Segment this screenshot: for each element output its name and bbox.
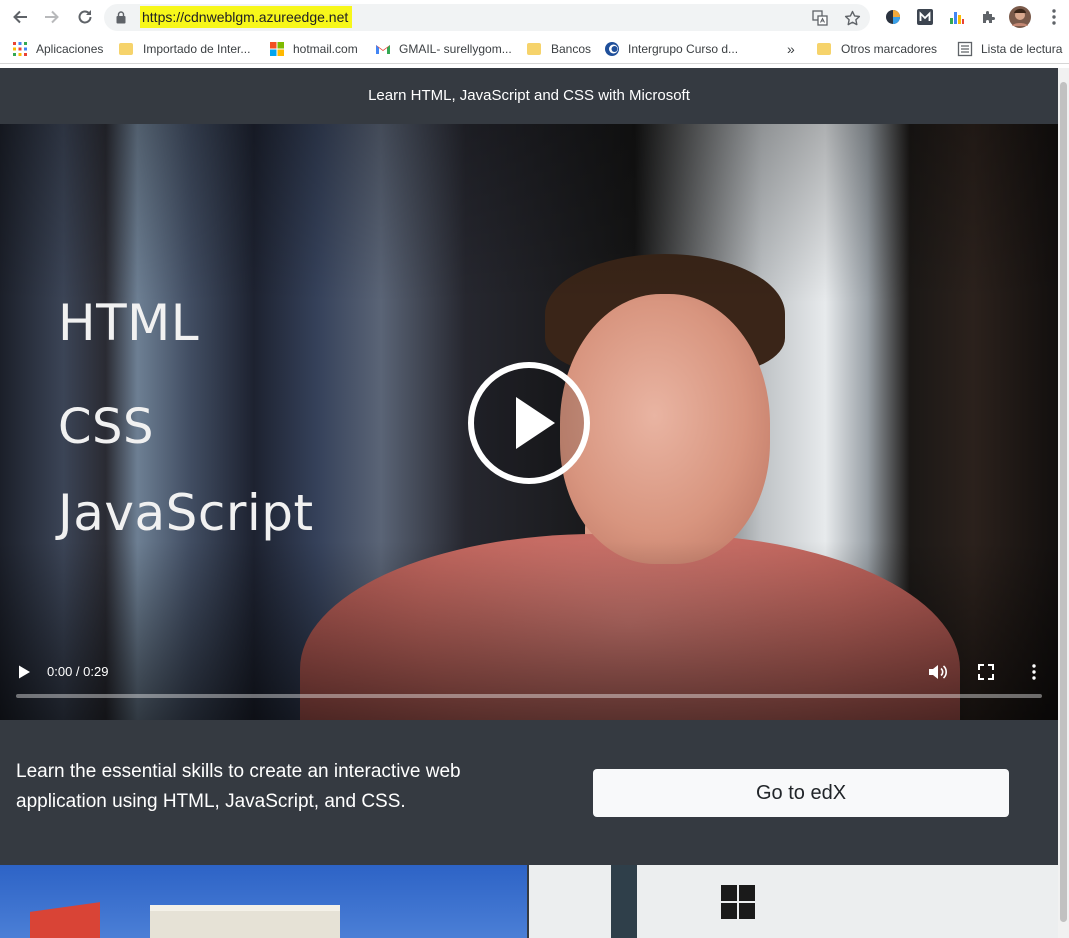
bookmark-label: Aplicaciones <box>36 42 104 56</box>
reload-icon <box>78 10 92 24</box>
play-icon[interactable] <box>16 664 32 680</box>
colorful-orb-icon <box>886 10 900 24</box>
bookmark-label: Importado de Inter... <box>143 42 251 56</box>
web-page: Learn HTML, JavaScript and CSS with Micr… <box>0 68 1058 938</box>
bookmark-label: Otros marcadores <box>841 42 938 56</box>
extension-m-button[interactable] <box>914 6 936 28</box>
bookmark-label: Bancos <box>551 42 592 56</box>
vertical-dots-icon <box>1052 9 1056 25</box>
office-photo <box>529 865 1058 938</box>
fullscreen-icon[interactable] <box>977 663 995 681</box>
bookmarks-bar: Aplicaciones Importado de Inter... hotma… <box>0 34 1069 64</box>
play-overlay-button[interactable] <box>467 361 591 485</box>
more-options-icon[interactable] <box>1025 663 1043 681</box>
video-overlay-html: HTML <box>58 294 200 352</box>
bookmarks-overflow-button[interactable]: » <box>787 40 795 58</box>
folder-icon <box>817 41 833 57</box>
bookmark-hotmail[interactable]: hotmail.com <box>269 40 358 58</box>
site-icon <box>605 42 619 56</box>
video-overlay-javascript: JavaScript <box>58 484 314 542</box>
bookmark-label: Intergrupo Curso d... <box>628 42 739 56</box>
page-scrollbar[interactable] <box>1058 68 1069 938</box>
extension-chart-button[interactable] <box>946 6 968 28</box>
video-progress-bar[interactable] <box>16 694 1042 698</box>
video-player[interactable]: HTML CSS JavaScript 0:00 / 0:29 <box>0 124 1058 720</box>
arrow-left-icon <box>13 10 27 24</box>
puzzle-piece-icon <box>983 11 995 23</box>
arrow-right-icon <box>45 10 59 24</box>
bookmark-label: hotmail.com <box>293 42 358 56</box>
forward-button[interactable] <box>41 6 63 28</box>
video-time: 0:00 / 0:29 <box>47 664 109 679</box>
extension-colorful-button[interactable] <box>882 6 904 28</box>
avatar <box>1009 6 1031 28</box>
image-tiles <box>0 865 1058 938</box>
folder-icon <box>527 41 543 57</box>
lock-icon <box>116 11 126 24</box>
folder-icon <box>119 41 135 57</box>
bookmark-bancos[interactable]: Bancos <box>527 40 591 58</box>
video-overlay-css: CSS <box>58 399 154 455</box>
bookmark-label: GMAIL- surellygom... <box>399 42 512 56</box>
bookmark-aplicaciones[interactable]: Aplicaciones <box>12 40 103 58</box>
back-button[interactable] <box>9 6 31 28</box>
overflow-chevron-icon: » <box>787 41 795 57</box>
microsoft-icon <box>270 42 284 56</box>
extensions-button[interactable] <box>978 6 1000 28</box>
go-to-edx-button[interactable]: Go to edX <box>593 769 1009 817</box>
page-title: Learn HTML, JavaScript and CSS with Micr… <box>368 87 690 104</box>
translate-icon <box>812 10 828 26</box>
volume-icon[interactable] <box>928 663 948 681</box>
bookmark-otros-marcadores[interactable]: Otros marcadores <box>817 40 937 58</box>
bookmark-intergrupo[interactable]: Intergrupo Curso d... <box>604 40 738 58</box>
star-icon <box>844 10 860 25</box>
url-text[interactable]: https://cdnweblgm.azureedge.net <box>140 6 353 28</box>
profile-avatar-button[interactable] <box>1009 6 1031 28</box>
translate-button[interactable] <box>810 8 830 28</box>
reading-list-button[interactable]: Lista de lectura <box>957 40 1062 58</box>
apps-grid-icon <box>13 42 27 56</box>
video-controls: 0:00 / 0:29 <box>0 654 1058 720</box>
browser-menu-button[interactable] <box>1043 6 1065 28</box>
windows-logo-icon <box>721 885 755 919</box>
lead-text: Learn the essential skills to create an … <box>16 761 461 812</box>
building-photo <box>0 865 527 938</box>
scrollbar-thumb[interactable] <box>1060 82 1067 922</box>
gmail-icon <box>376 45 390 54</box>
bookmark-label: Lista de lectura <box>981 42 1063 56</box>
bookmark-gmail[interactable]: GMAIL- surellygom... <box>375 40 512 58</box>
reload-button[interactable] <box>74 6 96 28</box>
reading-list-icon <box>957 41 973 57</box>
bar-chart-icon <box>950 12 964 24</box>
letter-m-icon <box>917 9 933 25</box>
bookmark-importado[interactable]: Importado de Inter... <box>119 40 250 58</box>
address-bar[interactable]: https://cdnweblgm.azureedge.net <box>104 4 870 31</box>
bookmark-star-button[interactable] <box>842 8 862 28</box>
browser-toolbar: https://cdnweblgm.azureedge.net <box>0 0 1069 34</box>
